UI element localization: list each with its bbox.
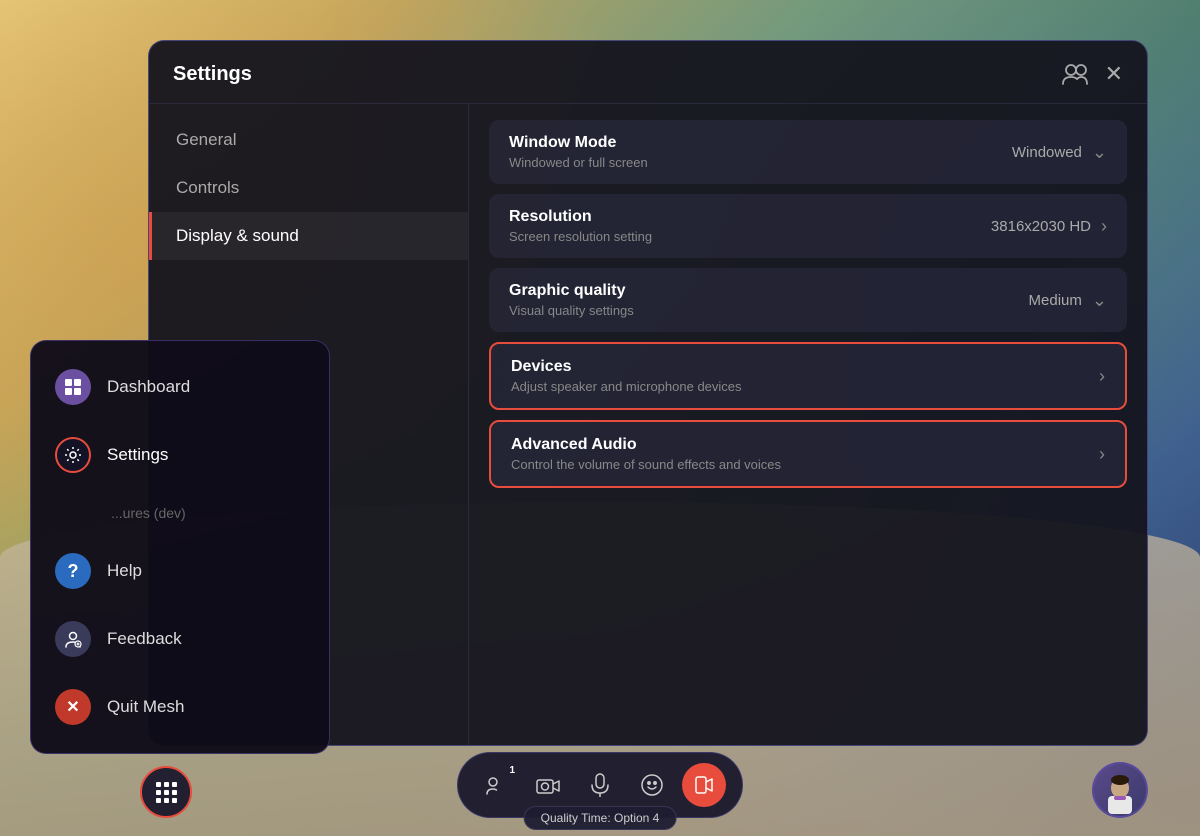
apps-grid-icon (156, 782, 177, 803)
menu-item-settings[interactable]: Settings (31, 421, 329, 489)
graphic-quality-right: Medium ⌄ (1029, 290, 1107, 311)
graphic-quality-chevron: ⌄ (1092, 290, 1107, 311)
quit-mesh-label: Quit Mesh (107, 697, 184, 717)
avatar-button[interactable] (1092, 762, 1148, 818)
taskbar-people-btn[interactable]: 1 (474, 763, 518, 807)
advanced-audio-left: Advanced Audio Control the volume of sou… (511, 436, 781, 472)
taskbar-mic-btn[interactable] (578, 763, 622, 807)
menu-item-help[interactable]: ? Help (31, 537, 329, 605)
nav-item-display-sound[interactable]: Display & sound (149, 212, 468, 260)
taskbar-camera-btn[interactable] (526, 763, 570, 807)
settings-header: Settings ✕ (149, 41, 1147, 104)
setting-row-advanced-audio[interactable]: Advanced Audio Control the volume of sou… (489, 420, 1127, 488)
setting-row-devices[interactable]: Devices Adjust speaker and microphone de… (489, 342, 1127, 410)
devices-left: Devices Adjust speaker and microphone de… (511, 358, 742, 394)
graphic-quality-value: Medium (1029, 292, 1082, 309)
features-dev-label: ...ures (dev) (111, 505, 186, 521)
profile-icon-btn[interactable] (1061, 63, 1089, 85)
feedback-icon (55, 621, 91, 657)
resolution-right: 3816x2030 HD › (991, 216, 1107, 237)
close-button[interactable]: ✕ (1105, 61, 1123, 87)
devices-right: › (1099, 366, 1105, 387)
settings-content: Window Mode Windowed or full screen Wind… (469, 104, 1147, 745)
settings-menu-label: Settings (107, 445, 168, 465)
nav-item-controls[interactable]: Controls (149, 164, 468, 212)
advanced-audio-title: Advanced Audio (511, 436, 781, 454)
advanced-audio-sub: Control the volume of sound effects and … (511, 457, 781, 472)
people-badge: 1 (509, 765, 515, 776)
graphic-quality-sub: Visual quality settings (509, 303, 634, 318)
window-mode-left: Window Mode Windowed or full screen (509, 134, 648, 170)
advanced-audio-chevron: › (1099, 444, 1105, 465)
feedback-label: Feedback (107, 629, 182, 649)
setting-row-resolution[interactable]: Resolution Screen resolution setting 381… (489, 194, 1127, 258)
devices-sub: Adjust speaker and microphone devices (511, 379, 742, 394)
settings-icon (55, 437, 91, 473)
menu-item-quit-mesh[interactable]: ✕ Quit Mesh (31, 673, 329, 741)
resolution-chevron: › (1101, 216, 1107, 237)
window-mode-value: Windowed (1012, 144, 1082, 161)
menu-item-feedback[interactable]: Feedback (31, 605, 329, 673)
setting-row-window-mode[interactable]: Window Mode Windowed or full screen Wind… (489, 120, 1127, 184)
devices-title: Devices (511, 358, 742, 376)
dashboard-icon (55, 369, 91, 405)
graphic-quality-title: Graphic quality (509, 282, 634, 300)
help-icon: ? (55, 553, 91, 589)
resolution-sub: Screen resolution setting (509, 229, 652, 244)
resolution-left: Resolution Screen resolution setting (509, 208, 652, 244)
devices-chevron: › (1099, 366, 1105, 387)
window-mode-sub: Windowed or full screen (509, 155, 648, 170)
header-icons: ✕ (1061, 61, 1123, 87)
window-mode-right: Windowed ⌄ (1012, 142, 1107, 163)
window-mode-title: Window Mode (509, 134, 648, 152)
menu-item-features-dev[interactable]: ...ures (dev) (31, 489, 329, 537)
resolution-title: Resolution (509, 208, 652, 226)
advanced-audio-right: › (1099, 444, 1105, 465)
settings-panel-title: Settings (173, 63, 252, 86)
dashboard-label: Dashboard (107, 377, 190, 397)
taskbar-emoji-btn[interactable] (630, 763, 674, 807)
taskbar-record-btn[interactable] (682, 763, 726, 807)
setting-row-graphic-quality[interactable]: Graphic quality Visual quality settings … (489, 268, 1127, 332)
window-mode-chevron: ⌄ (1092, 142, 1107, 163)
menu-item-dashboard[interactable]: Dashboard (31, 353, 329, 421)
quality-badge: Quality Time: Option 4 (524, 806, 677, 830)
nav-item-general[interactable]: General (149, 116, 468, 164)
help-label: Help (107, 561, 142, 581)
apps-button[interactable] (140, 766, 192, 818)
resolution-value: 3816x2030 HD (991, 218, 1091, 235)
side-menu: Dashboard Settings ...ures (dev) ? Help (30, 340, 330, 754)
graphic-quality-left: Graphic quality Visual quality settings (509, 282, 634, 318)
quit-icon: ✕ (55, 689, 91, 725)
